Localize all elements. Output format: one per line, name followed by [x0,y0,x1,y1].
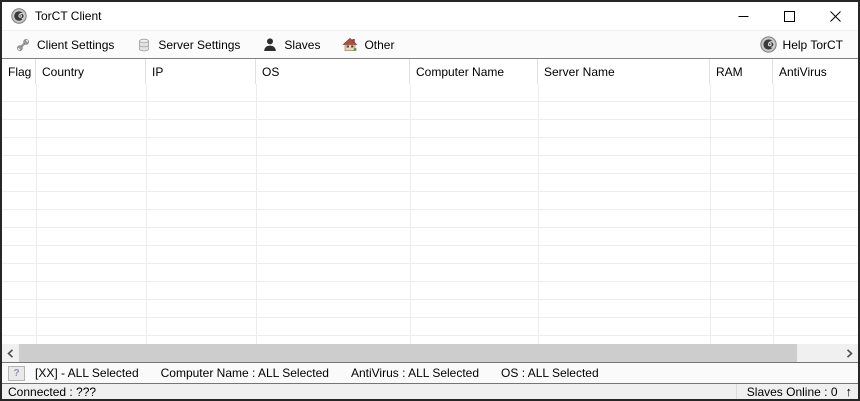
other-button[interactable]: Other [335,34,401,56]
table-header: Flag Country IP OS Computer Name Server … [2,59,858,84]
column-gridline [36,84,37,344]
window-controls [720,2,858,30]
database-icon [136,37,152,53]
titlebar[interactable]: TorCT Client [2,2,858,30]
column-gridline [256,84,257,344]
column-gridline [538,84,539,344]
column-header-server-name[interactable]: Server Name [538,59,710,84]
wrench-icon [15,37,31,53]
scroll-right-button[interactable] [841,344,858,362]
column-gridline [710,84,711,344]
column-gridline [146,84,147,344]
column-gridline [410,84,411,344]
help-question-button[interactable]: ? [8,366,25,381]
slaves-table-body [2,84,858,344]
other-label: Other [364,38,394,52]
filter-strip: ? [XX] - ALL Selected Computer Name : AL… [2,362,858,383]
filter-xx: [XX] - ALL Selected [35,366,139,380]
client-settings-button[interactable]: Client Settings [8,34,121,56]
column-header-ram[interactable]: RAM [710,59,773,84]
horizontal-scrollbar[interactable] [2,344,858,362]
filter-antivirus: AntiVirus : ALL Selected [351,366,479,380]
column-header-country[interactable]: Country [36,59,146,84]
slaves-online-count: Slaves Online : 0 [747,385,838,399]
torct-logo-icon [11,8,27,24]
column-header-flag[interactable]: Flag [2,59,36,84]
column-header-ip[interactable]: IP [146,59,256,84]
house-icon [342,37,358,53]
help-torct-label: Help TorCT [783,38,843,52]
server-settings-label: Server Settings [158,38,240,52]
filter-computer-name: Computer Name : ALL Selected [161,366,329,380]
toolbar: Client Settings Server Settings Slaves [2,30,858,59]
scroll-left-button[interactable] [2,344,19,362]
torct-client-window: TorCT Client [0,0,860,401]
up-arrow-icon: ↑ [846,385,853,398]
person-icon [262,37,278,53]
column-gridline [773,84,774,344]
torct-logo-icon [760,36,777,53]
help-torct-button[interactable]: Help TorCT [753,33,850,56]
filter-os: OS : ALL Selected [501,366,599,380]
maximize-button[interactable] [766,2,812,30]
connected-status: Connected : ??? [8,385,96,399]
minimize-button[interactable] [720,2,766,30]
column-header-computer-name[interactable]: Computer Name [410,59,538,84]
client-settings-label: Client Settings [37,38,114,52]
column-header-os[interactable]: OS [256,59,410,84]
server-settings-button[interactable]: Server Settings [129,34,247,56]
slaves-button[interactable]: Slaves [255,34,327,56]
close-button[interactable] [812,2,858,30]
slaves-online-panel: Slaves Online : 0 ↑ [736,384,852,399]
window-title: TorCT Client [35,9,101,23]
column-header-antivirus[interactable]: AntiVirus [773,59,858,84]
status-bar: Connected : ??? Slaves Online : 0 ↑ [2,383,858,399]
slaves-label: Slaves [284,38,320,52]
scrollbar-thumb[interactable] [19,344,797,362]
